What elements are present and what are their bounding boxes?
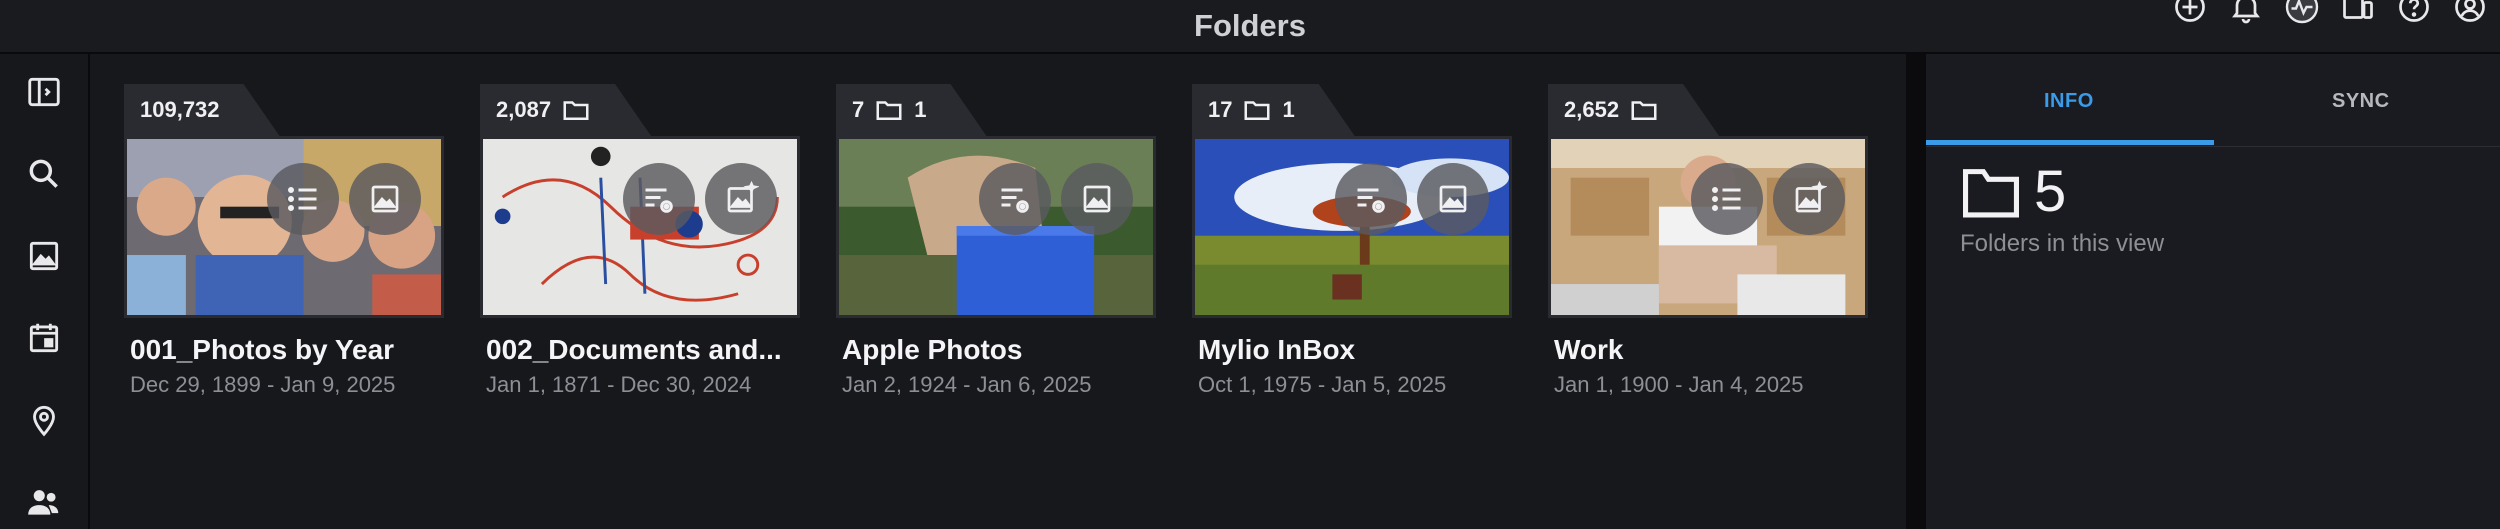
folder-date-range: Jan 1, 1871 - Dec 30, 2024 [486, 372, 752, 397]
calendar-icon[interactable] [22, 316, 66, 360]
folder-date-range: Jan 1, 1900 - Jan 4, 2025 [1554, 372, 1804, 397]
search-icon[interactable] [22, 152, 66, 196]
photo-count: 7 [852, 97, 865, 122]
folder-count-tab: 2,652 [1548, 84, 1719, 136]
folder-grid: 109,732 001_Photos by Year Dec 29, 1899 … [90, 54, 1906, 529]
folder-count: 5 [2034, 159, 2067, 224]
folder-date-range: Dec 29, 1899 - Jan 9, 2025 [130, 372, 396, 397]
folder-title: Apple Photos [842, 334, 1023, 365]
people-icon[interactable] [22, 480, 66, 524]
folder-list-button[interactable] [267, 163, 339, 235]
folder-title: Mylio InBox [1198, 334, 1356, 365]
activity-icon[interactable] [2284, 0, 2320, 28]
photo-count: 109,732 [140, 97, 220, 122]
folder-title: Work [1554, 334, 1624, 365]
account-icon[interactable] [2452, 0, 2488, 28]
folder-count-label: Folders in this view [1960, 230, 2165, 257]
folder-count-tab: 2,087 [480, 84, 651, 136]
folder-settings-button[interactable] [623, 163, 695, 235]
folder-thumbnail[interactable] [1192, 136, 1512, 318]
folder-title: 001_Photos by Year [130, 334, 395, 365]
folder-thumbnail[interactable] [836, 136, 1156, 318]
top-toolbar [2172, 0, 2500, 28]
folder-list-button[interactable] [1691, 163, 1763, 235]
panel-divider[interactable] [1906, 54, 1926, 529]
map-pin-icon[interactable] [22, 398, 66, 442]
tab-info[interactable]: INFO [2044, 90, 2094, 113]
subfolder-count: 1 [914, 97, 927, 122]
subfolder-count: 1 [1282, 97, 1295, 122]
folder-count-summary: 5 [1960, 158, 2066, 225]
set-cover-image-button[interactable] [705, 163, 777, 235]
folder-icon [1963, 168, 2019, 217]
set-cover-image-button[interactable] [349, 163, 421, 235]
folder-icon [561, 95, 591, 125]
folder-count-tab: 109,732 [124, 84, 280, 136]
panel-tabs: INFO SYNC [1926, 54, 2500, 147]
sidebar-toggle-icon[interactable] [22, 70, 66, 114]
set-cover-image-button[interactable] [1061, 163, 1133, 235]
set-cover-image-button[interactable] [1773, 163, 1845, 235]
bell-icon[interactable] [2228, 0, 2264, 28]
tab-sync[interactable]: SYNC [2332, 90, 2390, 113]
folder-thumbnail[interactable] [124, 136, 444, 318]
folder-settings-button[interactable] [979, 163, 1051, 235]
folder-thumbnail[interactable] [480, 136, 800, 318]
left-rail [0, 54, 90, 529]
help-icon[interactable] [2396, 0, 2432, 28]
folder-count-tab: 17 1 [1192, 84, 1355, 136]
folder-count-tab: 7 1 [836, 84, 987, 136]
add-circle-icon[interactable] [2172, 0, 2208, 28]
folder-icon [874, 95, 904, 125]
folder-date-range: Oct 1, 1975 - Jan 5, 2025 [1198, 372, 1447, 397]
folder-thumbnail[interactable] [1548, 136, 1868, 318]
folder-date-range: Jan 2, 1924 - Jan 6, 2025 [842, 372, 1092, 397]
photos-icon[interactable] [22, 234, 66, 278]
photo-count: 17 [1208, 97, 1233, 122]
title-bar: Folders [0, 0, 2500, 54]
folder-icon [1242, 95, 1272, 125]
devices-icon[interactable] [2340, 0, 2376, 28]
photo-count: 2,087 [496, 97, 552, 122]
folder-icon [1629, 95, 1659, 125]
page-title: Folders [1194, 8, 1306, 43]
set-cover-image-button[interactable] [1417, 163, 1489, 235]
folder-settings-button[interactable] [1335, 163, 1407, 235]
folder-title: 002_Documents and... [486, 334, 782, 365]
info-panel: INFO SYNC 5 Folders in this view [1926, 54, 2500, 529]
active-tab-indicator [1926, 140, 2214, 145]
photo-count: 2,652 [1564, 97, 1620, 122]
